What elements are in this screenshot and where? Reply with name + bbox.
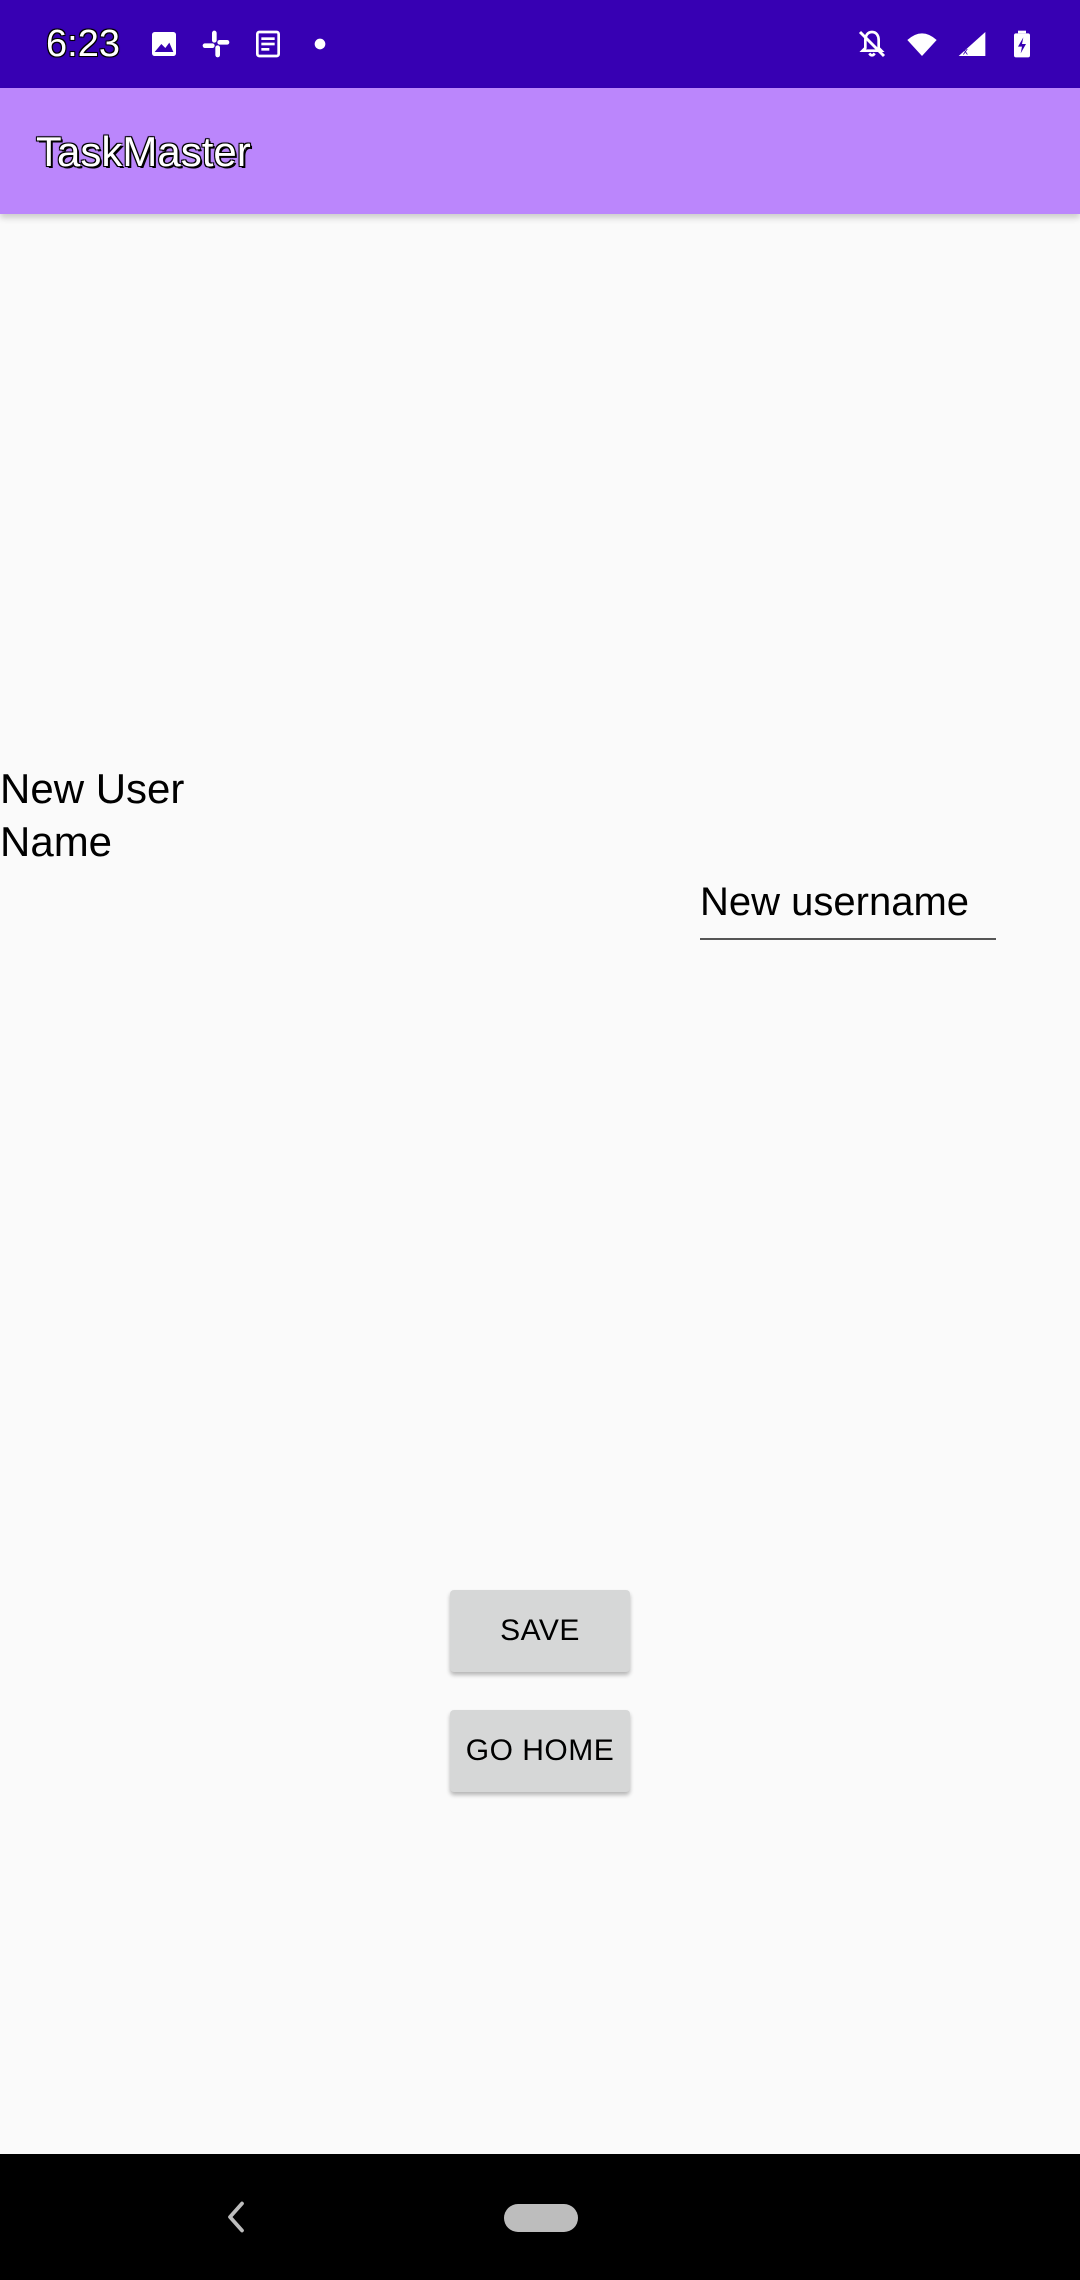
home-pill-icon[interactable] [504,2204,578,2232]
status-time: 6:23 [46,23,120,65]
slack-icon [200,26,232,62]
news-icon [252,26,284,62]
app-title: TaskMaster [36,128,251,175]
battery-charging-icon [1006,26,1038,62]
image-icon [148,26,180,62]
app-bar: TaskMaster [0,88,1080,214]
status-bar: 6:23 x [0,0,1080,88]
go-home-button[interactable]: GO HOME [450,1710,630,1792]
status-left-icons [148,26,336,62]
new-user-name-label: New User Name [0,765,185,865]
back-icon[interactable] [218,2194,254,2240]
signal-icon: x [956,26,988,62]
notifications-off-icon [856,26,888,62]
save-button[interactable]: SAVE [450,1590,630,1672]
svg-text:x: x [963,47,969,58]
dot-icon [304,26,336,62]
navigation-bar [0,2154,1080,2280]
status-right-icons: x [856,24,1038,64]
username-input[interactable] [700,872,996,940]
wifi-icon [906,26,938,62]
